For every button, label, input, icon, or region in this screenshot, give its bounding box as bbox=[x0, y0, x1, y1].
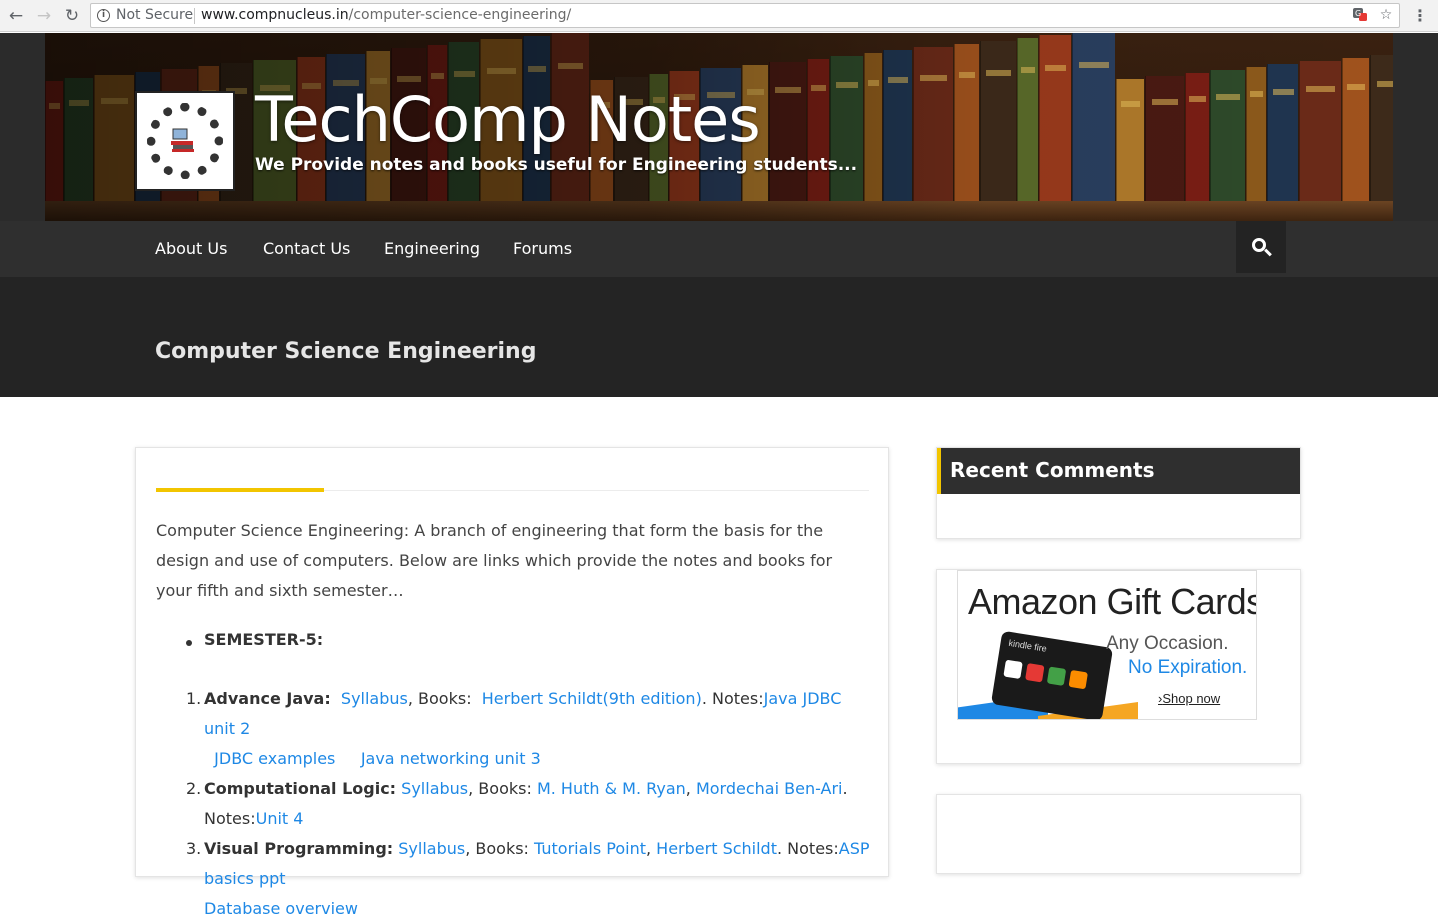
url-path: /computer-science-engineering/ bbox=[348, 7, 572, 23]
amazon-gift-card-ad[interactable]: Amazon Gift Cards kindle fire Any Occasi… bbox=[957, 570, 1257, 720]
book-link[interactable]: Herbert Schildt bbox=[656, 839, 777, 858]
nav-about-us[interactable]: About Us bbox=[155, 221, 227, 277]
kindle-card-image: kindle fire bbox=[990, 630, 1114, 719]
book-link[interactable]: Herbert Schildt(9th edition) bbox=[482, 689, 702, 708]
site-header: TechComp Notes We Provide notes and book… bbox=[0, 33, 1438, 221]
course-name: Advance Java: bbox=[204, 689, 331, 708]
nav-contact-us[interactable]: Contact Us bbox=[263, 221, 350, 277]
url-host: www.compnucleus.in bbox=[201, 7, 349, 23]
site-logo[interactable] bbox=[135, 91, 235, 191]
notes-label: Notes: bbox=[787, 839, 839, 858]
course-name: Visual Programming: bbox=[204, 839, 394, 858]
semester-heading: SEMESTER-5: bbox=[204, 630, 324, 649]
site-title[interactable]: TechComp Notes bbox=[255, 83, 761, 156]
ad-title: Amazon Gift Cards bbox=[968, 581, 1257, 622]
info-icon[interactable]: i bbox=[97, 9, 110, 22]
course-item: 3. Visual Programming: Syllabus, Books: … bbox=[156, 834, 871, 924]
notes-link[interactable]: Java networking unit 3 bbox=[361, 749, 541, 768]
books-label: Books: bbox=[478, 779, 532, 798]
page-title-band: Computer Science Engineering bbox=[0, 277, 1438, 397]
play-tile-icon bbox=[1003, 659, 1023, 680]
address-divider bbox=[194, 8, 195, 24]
reload-icon[interactable]: ↻ bbox=[61, 5, 83, 27]
translate-icon[interactable]: G bbox=[1351, 6, 1369, 24]
music-tile-icon bbox=[1046, 666, 1067, 686]
browser-toolbar: ← → ↻ i Not Secure www.compnucleus.in/co… bbox=[0, 0, 1438, 32]
divider-line bbox=[324, 490, 869, 491]
book-link[interactable]: M. Huth & M. Ryan bbox=[537, 779, 686, 798]
security-label: Not Secure bbox=[116, 7, 194, 23]
shop-now-link[interactable]: ›Shop now bbox=[1158, 691, 1220, 706]
course-number: 2. bbox=[186, 779, 202, 798]
nav-forums[interactable]: Forums bbox=[513, 221, 572, 277]
book-link[interactable]: Tutorials Point bbox=[534, 839, 646, 858]
notes-link[interactable]: JDBC examples bbox=[214, 749, 335, 768]
ad-widget: Amazon Gift Cards kindle fire Any Occasi… bbox=[936, 569, 1301, 764]
url-text[interactable]: www.compnucleus.in/computer-science-engi… bbox=[201, 4, 571, 27]
recent-comments-widget: Recent Comments bbox=[936, 447, 1301, 539]
course-item: 1. Advance Java: Syllabus, Books: Herber… bbox=[156, 684, 871, 774]
menu-dots-icon[interactable]: ⋮ bbox=[1412, 5, 1428, 27]
svg-text:G: G bbox=[1355, 9, 1361, 18]
widget-title: Recent Comments bbox=[950, 458, 1155, 482]
card-brand: kindle fire bbox=[1007, 637, 1048, 654]
search-button[interactable] bbox=[1236, 221, 1286, 273]
syllabus-link[interactable]: Syllabus bbox=[401, 779, 468, 798]
site-tagline: We Provide notes and books useful for En… bbox=[255, 155, 858, 175]
books-label: Books: bbox=[475, 839, 529, 858]
article-card: Computer Science Engineering: A branch o… bbox=[135, 447, 889, 918]
forward-arrow-icon[interactable]: → bbox=[33, 5, 55, 27]
primary-navigation: About Us Contact Us Engineering Forums bbox=[0, 221, 1438, 277]
ad-tagline-1: Any Occasion. bbox=[1106, 633, 1229, 654]
book-link[interactable]: Mordechai Ben-Ari bbox=[696, 779, 843, 798]
sidebar-widget bbox=[936, 794, 1301, 874]
notes-label: Notes: bbox=[711, 689, 764, 708]
course-list: 1. Advance Java: Syllabus, Books: Herber… bbox=[156, 684, 871, 924]
course-name: Computational Logic: bbox=[204, 779, 397, 798]
ad-tagline-2: No Expiration. bbox=[1128, 657, 1248, 678]
logo-books-icon bbox=[171, 128, 194, 152]
app-tile-icon bbox=[1025, 663, 1045, 683]
course-item: 2. Computational Logic: Syllabus, Books:… bbox=[156, 774, 871, 834]
notes-link[interactable]: Database overview bbox=[204, 899, 358, 918]
page-title: Computer Science Engineering bbox=[155, 339, 537, 364]
bookmark-star-icon[interactable]: ☆ bbox=[1377, 6, 1395, 24]
notes-label: Notes: bbox=[204, 809, 256, 828]
back-arrow-icon[interactable]: ← bbox=[5, 5, 27, 27]
course-number: 1. bbox=[186, 689, 202, 708]
nav-engineering[interactable]: Engineering bbox=[384, 221, 480, 277]
address-bar[interactable]: i Not Secure www.compnucleus.in/computer… bbox=[90, 3, 1400, 28]
notes-link[interactable]: Unit 4 bbox=[256, 809, 304, 828]
syllabus-link[interactable]: Syllabus bbox=[341, 689, 408, 708]
syllabus-link[interactable]: Syllabus bbox=[398, 839, 465, 858]
course-number: 3. bbox=[186, 839, 202, 858]
books-label: Books: bbox=[418, 689, 472, 708]
bullet-icon bbox=[186, 640, 192, 646]
article-intro: Computer Science Engineering: A branch o… bbox=[156, 521, 833, 600]
widget-header: Recent Comments bbox=[937, 448, 1300, 494]
books-tile-icon bbox=[1068, 669, 1088, 690]
accent-bar bbox=[156, 488, 324, 492]
